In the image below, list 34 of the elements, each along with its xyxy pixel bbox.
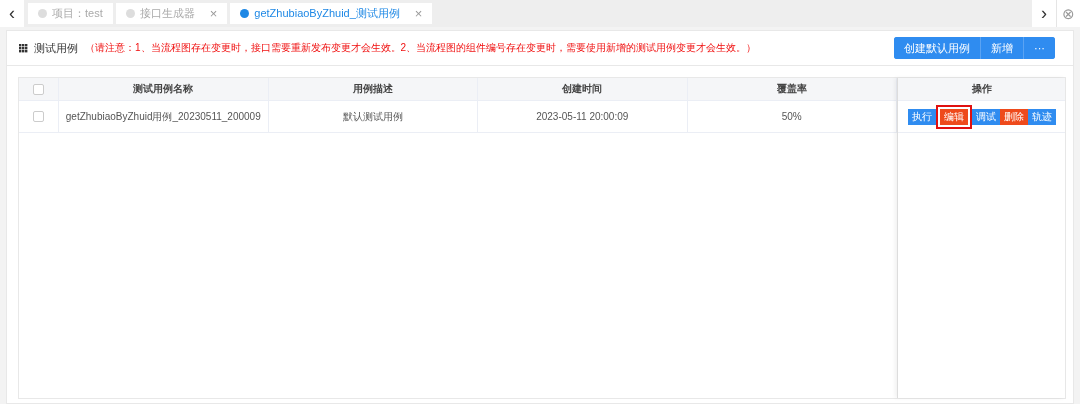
tab[interactable]: 项目：test bbox=[28, 3, 113, 24]
close-all-button[interactable]: ⊗ bbox=[1056, 0, 1080, 27]
column-header: 测试用例名称 bbox=[59, 78, 269, 100]
action-button[interactable]: 轨迹 bbox=[1027, 108, 1056, 125]
checkbox[interactable] bbox=[33, 111, 44, 122]
create-default-button[interactable]: 创建默认用例 bbox=[894, 37, 981, 59]
grid-icon bbox=[19, 43, 28, 53]
tab-label: 项目：test bbox=[52, 6, 103, 21]
action-button[interactable]: 调试 bbox=[971, 108, 1000, 125]
notice-text: （请注意：1、当流程图存在变更时，接口需要重新发布变更才会生效。2、当流程图的组件编号存在变更时，需要使用新增的测试用例变更才会生效。） bbox=[85, 41, 758, 55]
table-cell: 默认测试用例 bbox=[268, 101, 478, 132]
checkbox[interactable] bbox=[33, 83, 44, 95]
tab-label: getZhubiaoByZhuid_测试用例 bbox=[254, 6, 400, 21]
column-header: 覆盖率 bbox=[687, 78, 897, 100]
tab[interactable]: 接口生成器 × bbox=[115, 3, 228, 24]
panel-title: 测试用例 bbox=[34, 40, 78, 56]
close-icon[interactable]: × bbox=[209, 6, 218, 21]
table-cell: 2023-05-11 20:00:09 bbox=[478, 101, 688, 132]
column-header: 用例描述 bbox=[268, 78, 478, 100]
action-button[interactable]: 编辑 bbox=[935, 104, 972, 129]
tab-label: 接口生成器 bbox=[139, 6, 195, 21]
status-dot-icon bbox=[38, 9, 47, 18]
table-cell: 50% bbox=[687, 101, 897, 132]
close-icon[interactable]: × bbox=[414, 6, 423, 21]
action-button[interactable]: 执行 bbox=[907, 108, 936, 125]
status-dot-icon bbox=[240, 9, 250, 18]
status-dot-icon bbox=[125, 9, 135, 18]
column-header: 操作 bbox=[971, 82, 992, 96]
previous-tab-button[interactable]: ‹ bbox=[0, 0, 24, 27]
table-cell: getZhubiaoByZhuid用例_20230511_200009 bbox=[59, 101, 269, 132]
tab[interactable]: getZhubiaoByZhuid_测试用例 × bbox=[230, 3, 433, 24]
next-tab-button[interactable]: › bbox=[1032, 0, 1056, 27]
column-header: 创建时间 bbox=[478, 78, 688, 100]
action-button[interactable]: 删除 bbox=[999, 108, 1028, 125]
